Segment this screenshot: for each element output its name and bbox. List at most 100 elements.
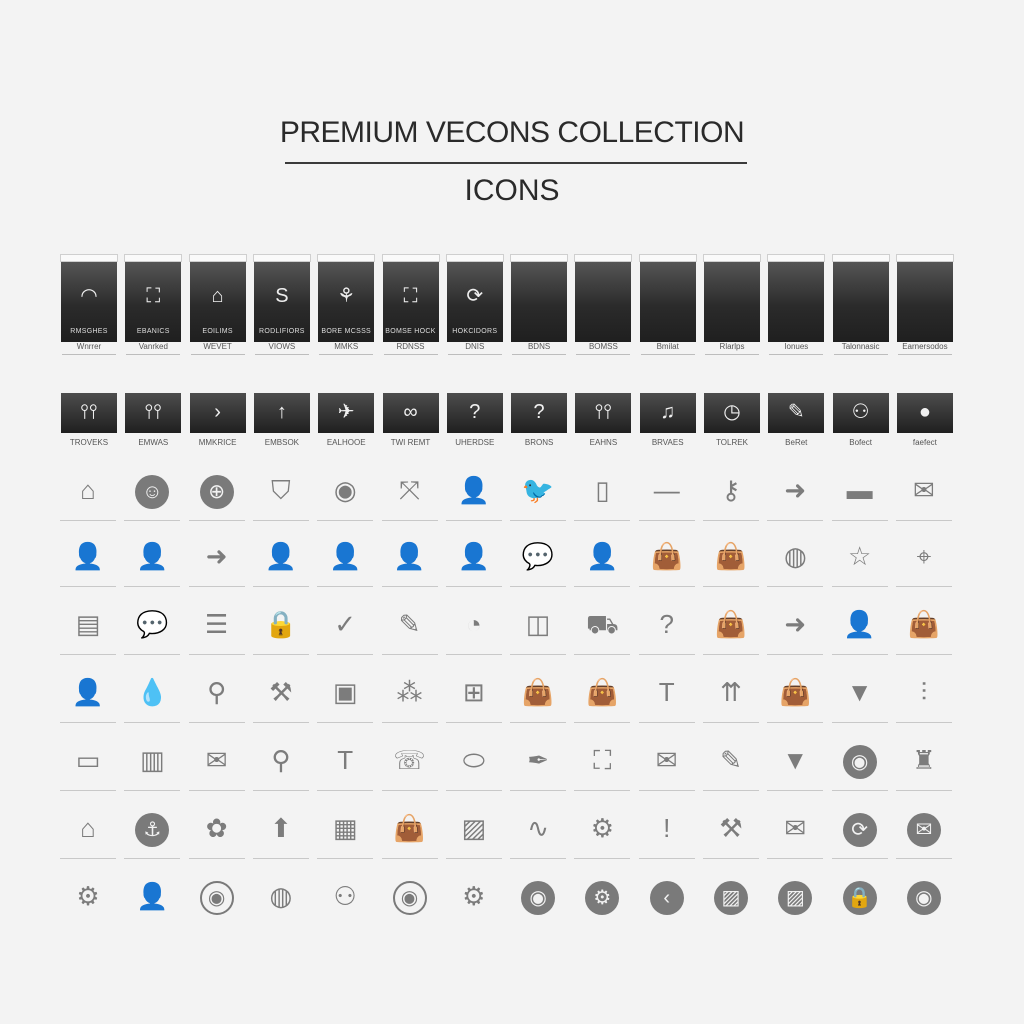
user-icon[interactable]: 👤 [388,536,432,576]
short-tile[interactable]: › MMKRICE [189,393,246,451]
grid-icon[interactable]: ⊞ [452,672,496,712]
chevron-left-icon[interactable]: ‹ [645,876,689,916]
list-icon[interactable]: ☰ [195,604,239,644]
image-icon[interactable]: ▨ [709,876,753,916]
pin-clip-icon[interactable]: ⚲ [259,740,303,780]
wave-icon[interactable]: ∿ [516,808,560,848]
twitter-icon[interactable]: 🐦 [516,470,560,510]
hoodie-icon[interactable]: ♜ [902,740,946,780]
shield-icon[interactable]: ⛉ [259,470,303,510]
arrows-up-icon[interactable]: ⇈ [709,672,753,712]
network-icon[interactable]: ⁂ [388,672,432,712]
pin-icon[interactable]: ⚲ [195,672,239,712]
question-icon[interactable]: ? [645,604,689,644]
tall-tile[interactable]: BDNS [510,254,569,355]
tall-tile[interactable]: Earnersodos [895,254,954,355]
mobile-icon[interactable]: ▯ [580,470,624,510]
triangle-down-icon[interactable]: ▼ [838,672,882,712]
tablet-icon[interactable]: ▭ [66,740,110,780]
image-icon[interactable]: ▨ [773,876,817,916]
arrow-up-icon[interactable]: ⬆ [259,808,303,848]
hammer-icon[interactable]: T [323,740,367,780]
gear-icon[interactable]: ⚙ [580,876,624,916]
refresh-icon[interactable]: ⟳ [838,808,882,848]
short-tile[interactable]: ? BRONS [511,393,568,451]
camera-icon[interactable]: ◫ [516,604,560,644]
tall-tile[interactable]: ⚘ BORE MCSSS MMKS [317,254,376,355]
tall-tile[interactable]: Rlarlps [703,254,761,355]
user-icon[interactable]: 👤 [259,536,303,576]
short-tile[interactable]: ∞ TWI REMT [382,393,439,451]
user-icon[interactable]: 👤 [130,876,174,916]
short-tile[interactable]: ♫ BRVAES [639,393,696,451]
add-user-icon[interactable]: ☺ [130,470,174,510]
chat-icon[interactable]: 💬 [130,604,174,644]
tall-tile[interactable]: BOMSS [574,254,633,355]
user-circle-icon[interactable]: ◉ [516,876,560,916]
users-icon[interactable]: ⚇ [323,876,367,916]
lock-user-icon[interactable]: 🔒 [259,604,303,644]
chart-icon[interactable]: ▥ [130,740,174,780]
tall-tile[interactable]: Bmilat [638,254,697,355]
rectangle-icon[interactable]: ▬ [838,470,882,510]
short-tile[interactable]: ◷ TOLREK [704,393,760,451]
card-icon[interactable]: ▤ [66,604,110,644]
check-icon[interactable]: ✓ [323,604,367,644]
star-icon[interactable]: ☆ [838,536,882,576]
bag-icon[interactable]: 👜 [773,672,817,712]
user-icon[interactable]: 👤 [452,470,496,510]
user-circle-icon[interactable]: ◉ [195,876,239,916]
short-tile[interactable]: ↑ EMBSOK [253,393,310,451]
mail-icon[interactable]: ✉ [902,470,946,510]
hammer-icon[interactable]: T [645,672,689,712]
phone-icon[interactable]: ☏ [388,740,432,780]
short-tile[interactable]: ⚇ Bofect [832,393,889,451]
user-circle-icon[interactable]: ◉ [838,740,882,780]
user-circle-icon[interactable]: ◉ [902,876,946,916]
tall-tile[interactable]: ⛶ EBANICS Vanrked [124,254,183,355]
short-tile[interactable]: ⫯⫯ TROVEKS [61,393,117,451]
mail-icon[interactable]: ✉ [645,740,689,780]
home-icon[interactable]: ⌂ [66,470,110,510]
tall-tile[interactable]: ◠ RMSGHES Wnrrer [60,254,118,355]
truck-icon[interactable]: ⛟ [580,604,624,644]
user-icon[interactable]: 👤 [580,536,624,576]
tools-icon[interactable]: ⚒ [709,808,753,848]
gift-icon[interactable]: ✿ [195,808,239,848]
bag-icon[interactable]: 👜 [709,536,753,576]
short-tile[interactable]: ✎ BeRet [768,393,825,451]
tools-icon[interactable]: ⚒ [259,672,303,712]
bag-icon[interactable]: 👜 [645,536,689,576]
globe-icon[interactable]: ◍ [773,536,817,576]
arrow-right-icon[interactable]: ➜ [195,536,239,576]
share-icon[interactable]: ⤧ [388,470,432,510]
bag-icon[interactable]: 👜 [516,672,560,712]
drop-icon[interactable]: 💧 [130,672,174,712]
pen-icon[interactable]: ✒ [516,740,560,780]
location-icon[interactable]: ⌖ [902,536,946,576]
user-icon[interactable]: 👤 [66,536,110,576]
lock-icon[interactable]: 🔒 [838,876,882,916]
mail-circle-icon[interactable]: ✉ [902,808,946,848]
short-tile[interactable]: ✈ EALHOOE [318,393,375,451]
short-tile[interactable]: ? UHERDSE [446,393,503,451]
tall-tile[interactable]: Talonnasic [831,254,890,355]
bag-icon[interactable]: 👜 [709,604,753,644]
short-tile[interactable]: ● faefect [896,393,953,451]
short-tile[interactable]: ⫯⫯ EMWAS [125,393,182,451]
bag-icon[interactable]: 👜 [388,808,432,848]
globe-icon[interactable]: ◍ [259,876,303,916]
badge-icon[interactable]: ⬭ [452,740,496,780]
user-icon[interactable]: 👤 [452,536,496,576]
image-icon[interactable]: ▨ [452,808,496,848]
user-icon[interactable]: 👤 [130,536,174,576]
tall-tile[interactable]: Ionues [767,254,826,355]
tall-tile[interactable]: ⛶ BOMSE HOCK RDNSS [381,254,440,355]
tall-tile[interactable]: ⌂ EOILIMS WEVET [188,254,247,355]
fingerprint-icon[interactable]: ◉ [323,470,367,510]
short-tile[interactable]: ⫯⫯ EAHNS [575,393,632,451]
pencil-icon[interactable]: ✎ [709,740,753,780]
arrow-right-icon[interactable]: ➜ [773,470,817,510]
user-circle-icon[interactable]: ◉ [388,876,432,916]
tall-tile[interactable]: ⟳ HOKCIDORS DNIS [445,254,504,355]
